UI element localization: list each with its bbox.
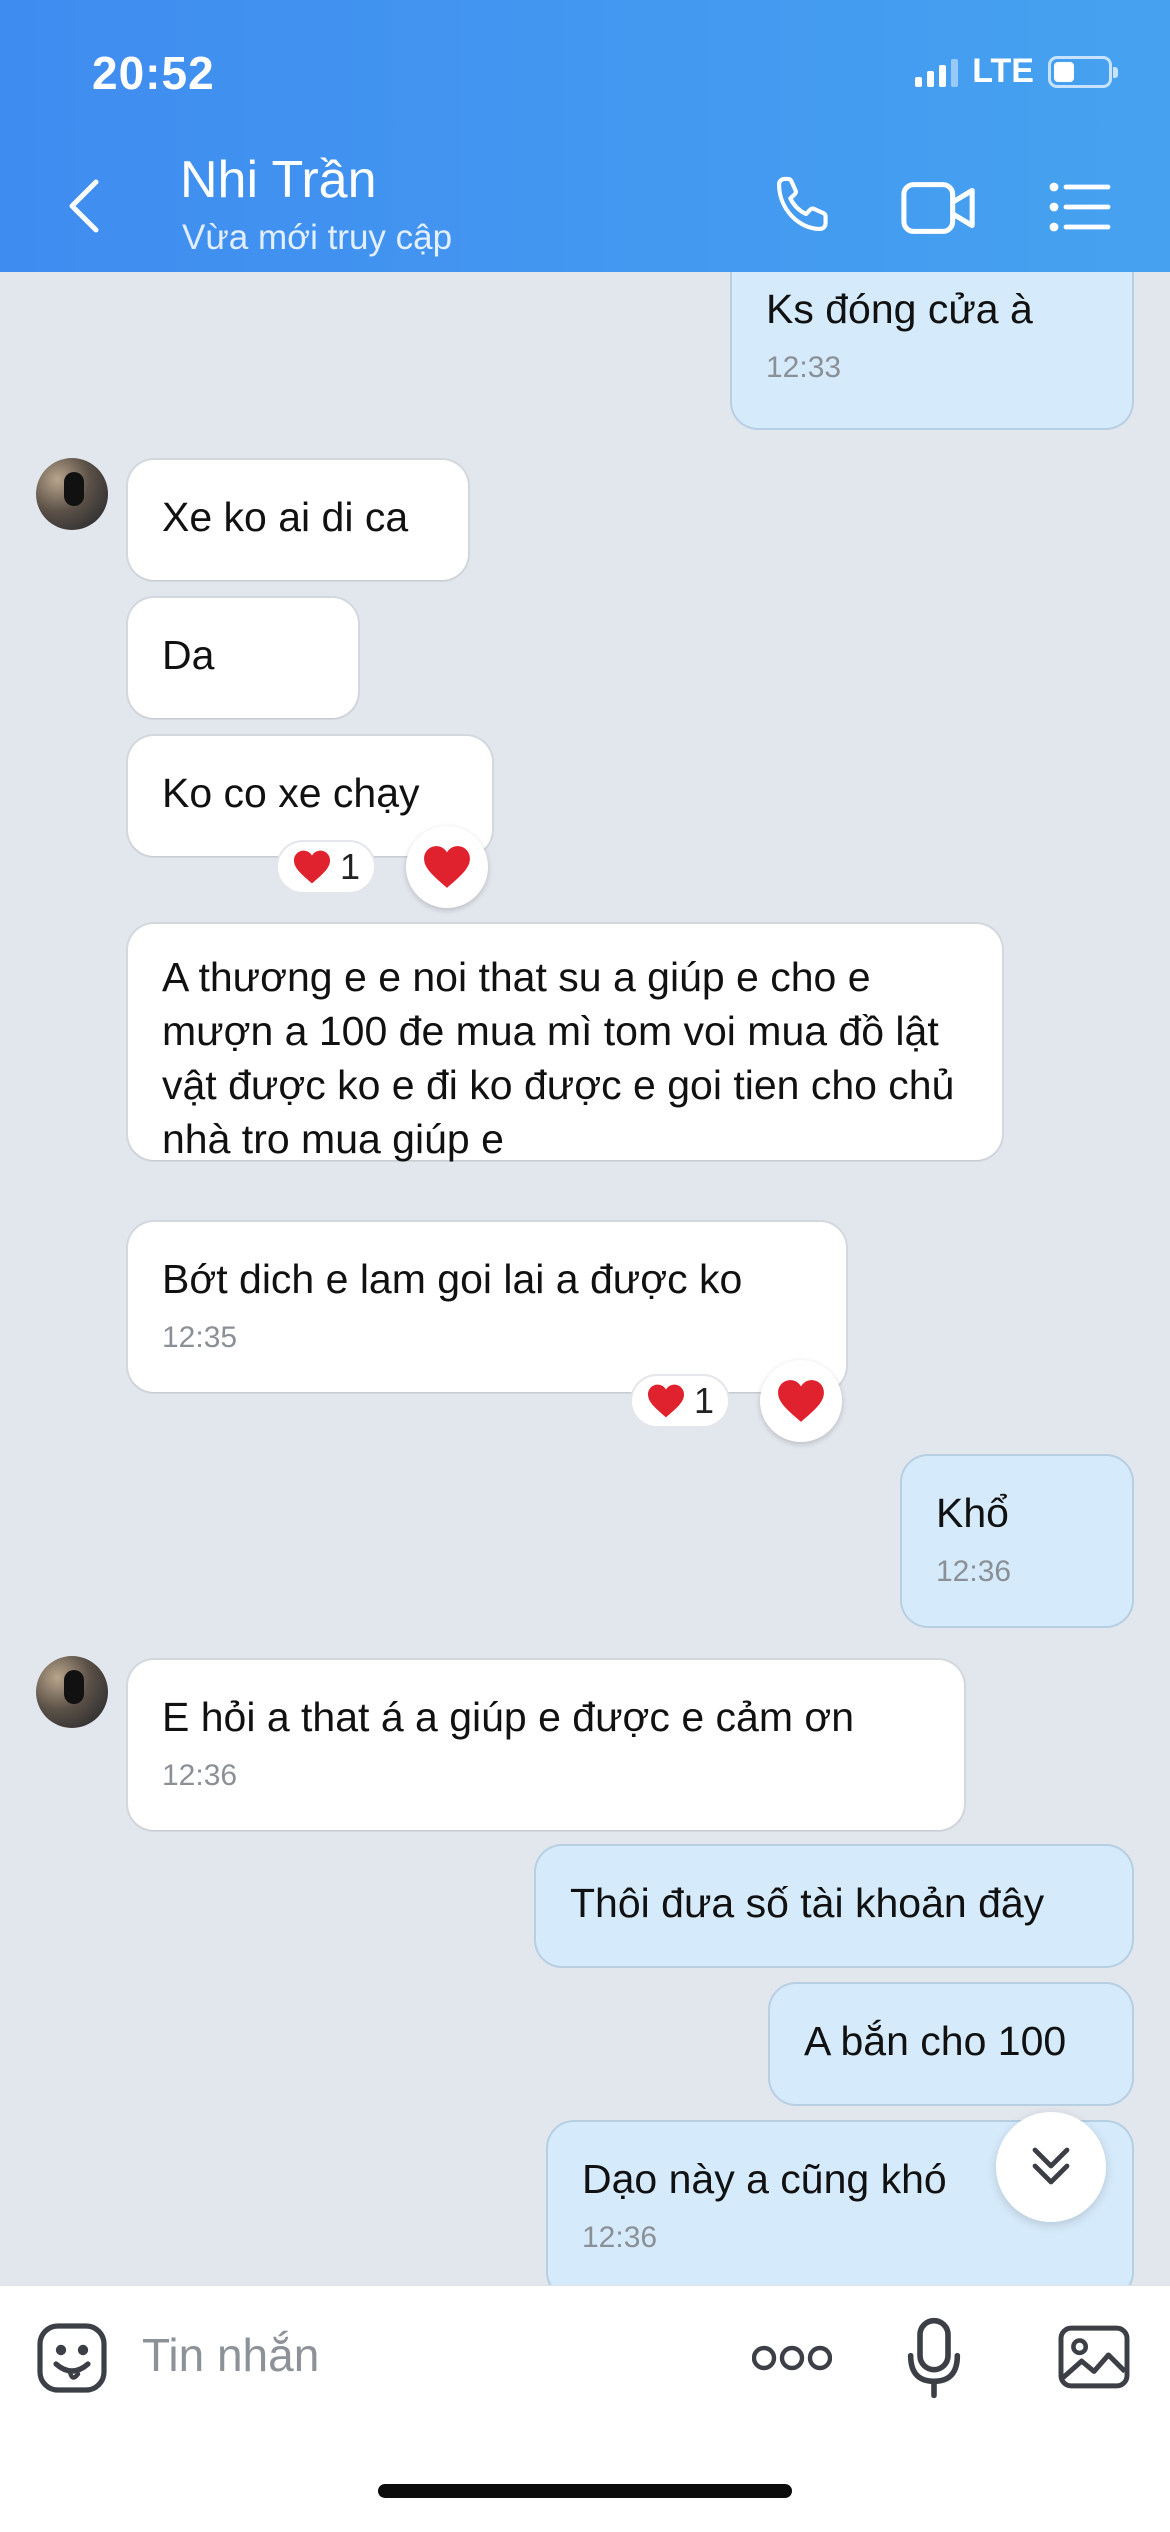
message-text: Ks đóng cửa à xyxy=(766,286,1033,332)
chat-header: 20:52 LTE Nhi Trần Vừa mới truy cập xyxy=(0,0,1170,272)
emoji-sticker-icon[interactable] xyxy=(36,2322,108,2394)
heart-icon xyxy=(294,850,330,884)
message-text: A thương e e noi that su a giúp e cho e … xyxy=(162,954,955,1162)
more-options-icon[interactable] xyxy=(752,2342,832,2374)
double-chevron-down-icon xyxy=(1032,2147,1070,2185)
message-bubble-incoming[interactable]: Da xyxy=(128,598,358,718)
message-text: Da xyxy=(162,632,215,678)
message-bubble-outgoing[interactable]: Ks đóng cửa à 12:33 xyxy=(732,272,1132,428)
message-time: 12:35 xyxy=(162,1321,238,1354)
message-text: Khổ xyxy=(936,1490,1009,1536)
avatar[interactable] xyxy=(36,458,108,530)
back-arrow-icon[interactable] xyxy=(62,176,110,236)
status-time: 20:52 xyxy=(92,47,215,99)
message-list[interactable]: Ks đóng cửa à 12:33 Xe ko ai di ca Da Ko… xyxy=(0,272,1170,2285)
message-time: 12:33 xyxy=(766,351,842,384)
reaction-summary[interactable]: 1 xyxy=(278,842,375,892)
message-text: Ko co xe chạy xyxy=(162,770,420,816)
reaction-count: 1 xyxy=(340,846,361,887)
message-text: A bắn cho 100 xyxy=(804,2018,1067,2064)
message-bubble-incoming[interactable]: Xe ko ai di ca xyxy=(128,460,468,580)
video-call-icon[interactable] xyxy=(900,180,978,236)
signal-icon xyxy=(915,57,959,87)
heart-icon xyxy=(648,1384,684,1418)
contact-status: Vừa mới truy cập xyxy=(182,218,453,257)
message-bubble-incoming[interactable]: E hỏi a that á a giúp e được e cảm ơn 12… xyxy=(128,1660,964,1830)
message-time: 12:36 xyxy=(582,2221,658,2254)
menu-list-icon[interactable] xyxy=(1048,180,1112,234)
message-input[interactable]: Tin nhắn xyxy=(142,2328,319,2382)
reaction-count: 1 xyxy=(694,1380,715,1421)
image-gallery-icon[interactable] xyxy=(1056,2324,1132,2390)
heart-icon xyxy=(424,846,470,888)
status-indicators: LTE xyxy=(915,52,1118,91)
message-bubble-incoming[interactable]: A thương e e noi that su a giúp e cho e … xyxy=(128,924,1002,1162)
avatar[interactable] xyxy=(36,1656,108,1728)
message-bubble-outgoing[interactable]: Khổ 12:36 xyxy=(902,1456,1132,1626)
message-text: Dạo này a cũng khó xyxy=(582,2156,947,2202)
heart-icon xyxy=(778,1380,824,1422)
react-heart-button[interactable] xyxy=(760,1360,842,1442)
message-text: Thôi đưa số tài khoản đây xyxy=(570,1880,1045,1926)
message-text: Xe ko ai di ca xyxy=(162,494,409,540)
message-time: 12:36 xyxy=(162,1759,238,1792)
message-bubble-outgoing[interactable]: Thôi đưa số tài khoản đây xyxy=(536,1846,1132,1966)
message-time: 12:36 xyxy=(936,1555,1012,1588)
phone-icon[interactable] xyxy=(770,172,836,238)
home-indicator[interactable] xyxy=(378,2484,792,2498)
scroll-to-bottom-button[interactable] xyxy=(996,2112,1106,2222)
microphone-icon[interactable] xyxy=(906,2316,962,2400)
contact-name[interactable]: Nhi Trần xyxy=(180,150,377,210)
reaction-summary[interactable]: 1 xyxy=(632,1376,729,1426)
message-bubble-incoming[interactable]: Bớt dich e lam goi lai a được ko 12:35 xyxy=(128,1222,846,1392)
message-bubble-outgoing[interactable]: A bắn cho 100 xyxy=(770,1984,1132,2104)
react-heart-button[interactable] xyxy=(406,826,488,908)
battery-icon xyxy=(1048,55,1118,88)
message-text: Bớt dich e lam goi lai a được ko xyxy=(162,1256,743,1302)
network-label: LTE xyxy=(972,52,1034,90)
message-text: E hỏi a that á a giúp e được e cảm ơn xyxy=(162,1694,855,1740)
